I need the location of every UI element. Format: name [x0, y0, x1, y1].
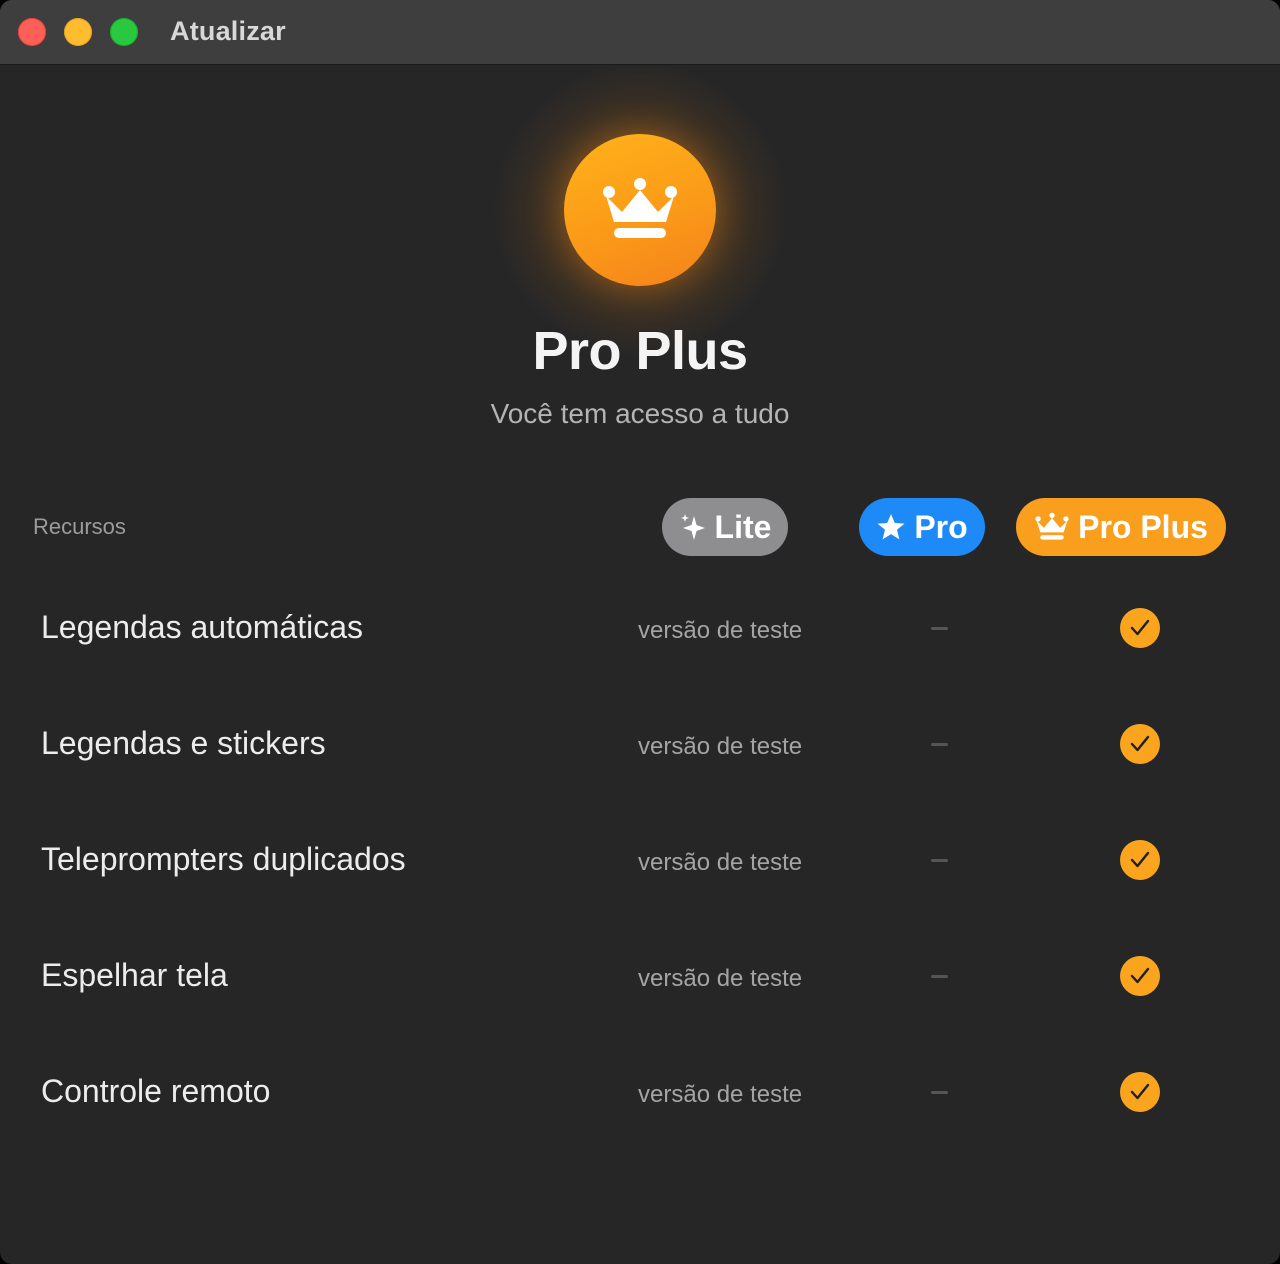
- pro-not-available-dash: [931, 627, 948, 630]
- checkmark-icon: [1130, 735, 1150, 752]
- plan-subtitle: Você tem acesso a tudo: [490, 398, 790, 429]
- lite-availability: versão de teste: [638, 1081, 803, 1108]
- checkmark-icon: [1130, 1083, 1150, 1100]
- feature-name: Espelhar tela: [41, 957, 228, 993]
- sparkles-icon: [679, 512, 707, 542]
- plan-pill-pro-label: Pro: [914, 508, 968, 545]
- hero-crown-badge: [564, 134, 716, 286]
- lite-availability: versão de teste: [638, 617, 803, 644]
- pro-not-available-dash: [931, 743, 948, 746]
- plan-pill-lite[interactable]: Lite: [662, 498, 788, 556]
- pro-not-available-dash: [931, 975, 948, 978]
- minimize-window-button[interactable]: [64, 18, 92, 46]
- pro-not-available-dash: [931, 1091, 948, 1094]
- upgrade-window: Atualizar Pro Plus Você tem acesso a tud…: [0, 0, 1280, 1264]
- crown-icon: [603, 178, 677, 238]
- plan-pill-pro-plus[interactable]: Pro Plus: [1016, 498, 1226, 556]
- zoom-window-button[interactable]: [110, 18, 138, 46]
- feature-name: Controle remoto: [41, 1073, 271, 1109]
- feature-name: Legendas e stickers: [41, 725, 326, 761]
- pro-plus-checkmark: [1120, 840, 1160, 880]
- plan-pill-pro-plus-label: Pro Plus: [1078, 508, 1208, 545]
- checkmark-icon: [1130, 967, 1150, 984]
- crown-icon: [1034, 512, 1070, 542]
- plan-pill-lite-label: Lite: [714, 508, 772, 545]
- feature-name: Legendas automáticas: [41, 609, 363, 645]
- pro-plus-checkmark: [1120, 1072, 1160, 1112]
- checkmark-icon: [1130, 619, 1150, 636]
- pro-plus-checkmark: [1120, 724, 1160, 764]
- plan-pill-pro[interactable]: Pro: [859, 498, 985, 556]
- lite-availability: versão de teste: [638, 733, 803, 760]
- feature-row: Legendas e stickers versão de teste: [0, 703, 1280, 783]
- pro-not-available-dash: [931, 859, 948, 862]
- checkmark-icon: [1130, 851, 1150, 868]
- features-column-header: Recursos: [33, 514, 126, 539]
- feature-row: Legendas automáticas versão de teste: [0, 587, 1280, 667]
- lite-availability: versão de teste: [638, 965, 803, 992]
- close-window-button[interactable]: [18, 18, 46, 46]
- feature-row: Espelhar tela versão de teste: [0, 935, 1280, 1015]
- feature-row: Teleprompters duplicados versão de teste: [0, 819, 1280, 899]
- lite-availability: versão de teste: [638, 849, 803, 876]
- feature-name: Teleprompters duplicados: [41, 841, 406, 877]
- pro-plus-checkmark: [1120, 956, 1160, 996]
- star-icon: [876, 512, 906, 542]
- plan-title: Pro Plus: [532, 321, 748, 381]
- pro-plus-checkmark: [1120, 608, 1160, 648]
- title-bar: Atualizar: [0, 0, 1280, 65]
- feature-row: Controle remoto versão de teste: [0, 1051, 1280, 1131]
- window-title: Atualizar: [170, 16, 286, 46]
